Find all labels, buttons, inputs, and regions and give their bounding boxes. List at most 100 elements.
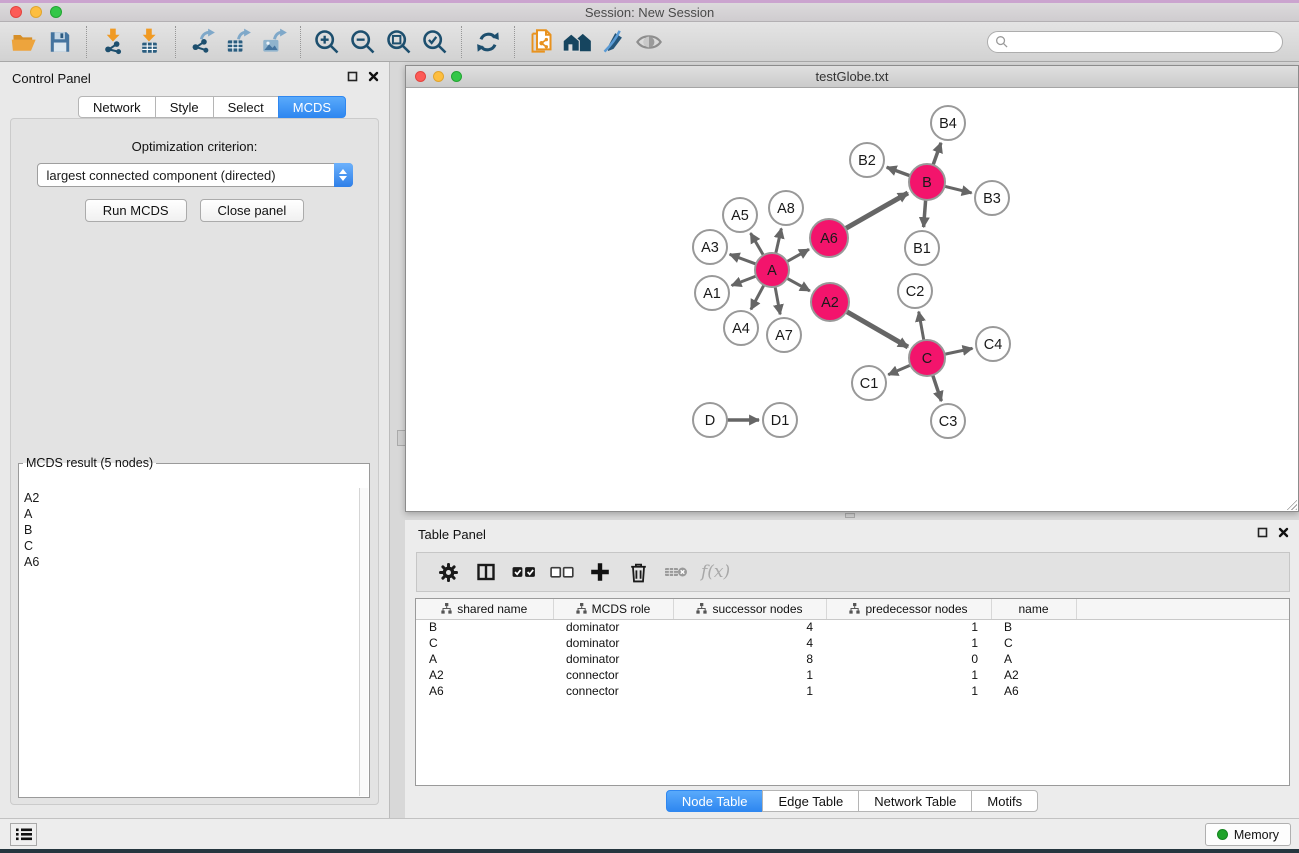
tab-edge-table[interactable]: Edge Table <box>762 790 859 812</box>
home-button[interactable] <box>559 25 595 59</box>
tab-style[interactable]: Style <box>155 96 214 118</box>
float-panel-icon[interactable] <box>347 71 358 82</box>
close-panel-icon[interactable] <box>368 71 379 82</box>
graph-node-C2[interactable]: C2 <box>898 274 932 308</box>
import-table-button[interactable] <box>131 25 167 59</box>
search-box[interactable] <box>987 31 1283 53</box>
export-image-button[interactable] <box>256 25 292 59</box>
network-graph[interactable]: AA1A2A3A4A5A6A7A8BB1B2B3B4CC1C2C3C4DD1 <box>406 88 1298 511</box>
column-header-shared-name[interactable]: shared name <box>416 599 553 619</box>
table-cell[interactable]: dominator <box>553 651 673 667</box>
network-canvas[interactable]: AA1A2A3A4A5A6A7A8BB1B2B3B4CC1C2C3C4DD1 <box>406 88 1298 511</box>
table-cell[interactable]: A2 <box>416 667 553 683</box>
float-panel-icon[interactable] <box>1257 527 1268 538</box>
table-cell[interactable]: 1 <box>673 667 826 683</box>
memory-button[interactable]: Memory <box>1205 823 1291 846</box>
run-mcds-button[interactable]: Run MCDS <box>85 199 187 222</box>
graph-node-B2[interactable]: B2 <box>850 143 884 177</box>
table-cell[interactable]: C <box>416 635 553 651</box>
graph-node-D1[interactable]: D1 <box>763 403 797 437</box>
close-panel-button[interactable]: Close panel <box>200 199 305 222</box>
table-cell[interactable]: dominator <box>553 619 673 635</box>
graph-node-A8[interactable]: A8 <box>769 191 803 225</box>
network-window-titlebar[interactable]: testGlobe.txt <box>406 66 1298 88</box>
export-table-button[interactable] <box>220 25 256 59</box>
tab-node-table[interactable]: Node Table <box>666 790 764 812</box>
table-cell[interactable]: B <box>991 619 1076 635</box>
search-input[interactable] <box>1012 35 1282 49</box>
table-cell[interactable]: 1 <box>673 683 826 699</box>
criterion-dropdown[interactable]: largest connected component (directed) <box>37 163 353 187</box>
graph-node-B1[interactable]: B1 <box>905 231 939 265</box>
function-builder-button[interactable]: f(x) <box>701 562 730 582</box>
hide-graphics-button[interactable] <box>595 25 631 59</box>
tab-select[interactable]: Select <box>213 96 279 118</box>
graph-node-A2[interactable]: A2 <box>811 283 849 321</box>
close-panel-icon[interactable] <box>1278 527 1289 538</box>
table-cell[interactable]: A <box>416 651 553 667</box>
import-network-button[interactable] <box>95 25 131 59</box>
tab-motifs[interactable]: Motifs <box>971 790 1038 812</box>
add-row-button[interactable] <box>581 556 619 588</box>
save-session-button[interactable] <box>42 25 78 59</box>
table-cell[interactable]: 4 <box>673 619 826 635</box>
delete-row-button[interactable] <box>619 556 657 588</box>
mcds-result-item[interactable]: A <box>24 506 359 522</box>
graph-node-A[interactable]: A <box>755 253 789 287</box>
tab-network-table[interactable]: Network Table <box>858 790 972 812</box>
graph-node-B[interactable]: B <box>909 164 945 200</box>
graph-node-A5[interactable]: A5 <box>723 198 757 232</box>
graph-node-A7[interactable]: A7 <box>767 318 801 352</box>
graph-node-B3[interactable]: B3 <box>975 181 1009 215</box>
mcds-result-item[interactable]: B <box>24 522 359 538</box>
table-cell[interactable]: 1 <box>826 619 991 635</box>
open-session-button[interactable] <box>6 25 42 59</box>
delete-table-button[interactable] <box>657 556 695 588</box>
zoom-selected-button[interactable] <box>417 25 453 59</box>
column-header-predecessor-nodes[interactable]: predecessor nodes <box>826 599 991 619</box>
table-cell[interactable]: A <box>991 651 1076 667</box>
graph-node-C3[interactable]: C3 <box>931 404 965 438</box>
panel-splitter-handle[interactable] <box>845 513 855 518</box>
mcds-list-scrollbar[interactable] <box>359 488 368 796</box>
deselect-all-button[interactable] <box>543 556 581 588</box>
table-row[interactable]: A6connector11A6 <box>416 683 1289 699</box>
table-cell[interactable]: 1 <box>826 667 991 683</box>
mcds-result-list[interactable]: A2ABCA6 <box>20 488 359 796</box>
zoom-fit-button[interactable] <box>381 25 417 59</box>
zoom-out-button[interactable] <box>345 25 381 59</box>
export-network-button[interactable] <box>184 25 220 59</box>
table-cell[interactable]: A2 <box>991 667 1076 683</box>
graph-node-D[interactable]: D <box>693 403 727 437</box>
graph-node-A4[interactable]: A4 <box>724 311 758 345</box>
mcds-result-item[interactable]: C <box>24 538 359 554</box>
table-cell[interactable]: B <box>416 619 553 635</box>
show-hide-button[interactable] <box>631 25 667 59</box>
table-cell[interactable]: A6 <box>416 683 553 699</box>
table-cell[interactable]: 4 <box>673 635 826 651</box>
graph-node-B4[interactable]: B4 <box>931 106 965 140</box>
table-cell[interactable]: 1 <box>826 635 991 651</box>
mcds-result-item[interactable]: A2 <box>24 490 359 506</box>
column-header-successor-nodes[interactable]: successor nodes <box>673 599 826 619</box>
table-cell[interactable]: 1 <box>826 683 991 699</box>
table-cell[interactable]: dominator <box>553 635 673 651</box>
table-cell[interactable]: connector <box>553 683 673 699</box>
column-header-mcds-role[interactable]: MCDS role <box>553 599 673 619</box>
graph-node-C1[interactable]: C1 <box>852 366 886 400</box>
mcds-result-item[interactable]: A6 <box>24 554 359 570</box>
graph-node-C[interactable]: C <box>909 340 945 376</box>
graph-node-A3[interactable]: A3 <box>693 230 727 264</box>
graph-node-A6[interactable]: A6 <box>810 219 848 257</box>
table-cell[interactable]: A6 <box>991 683 1076 699</box>
table-settings-button[interactable] <box>429 556 467 588</box>
table-row[interactable]: A2connector11A2 <box>416 667 1289 683</box>
table-cell[interactable]: C <box>991 635 1076 651</box>
tab-network[interactable]: Network <box>78 96 156 118</box>
zoom-in-button[interactable] <box>309 25 345 59</box>
column-header-name[interactable]: name <box>991 599 1076 619</box>
tab-mcds[interactable]: MCDS <box>278 96 346 118</box>
graph-node-C4[interactable]: C4 <box>976 327 1010 361</box>
task-history-button[interactable] <box>10 823 37 846</box>
table-row[interactable]: Adominator80A <box>416 651 1289 667</box>
